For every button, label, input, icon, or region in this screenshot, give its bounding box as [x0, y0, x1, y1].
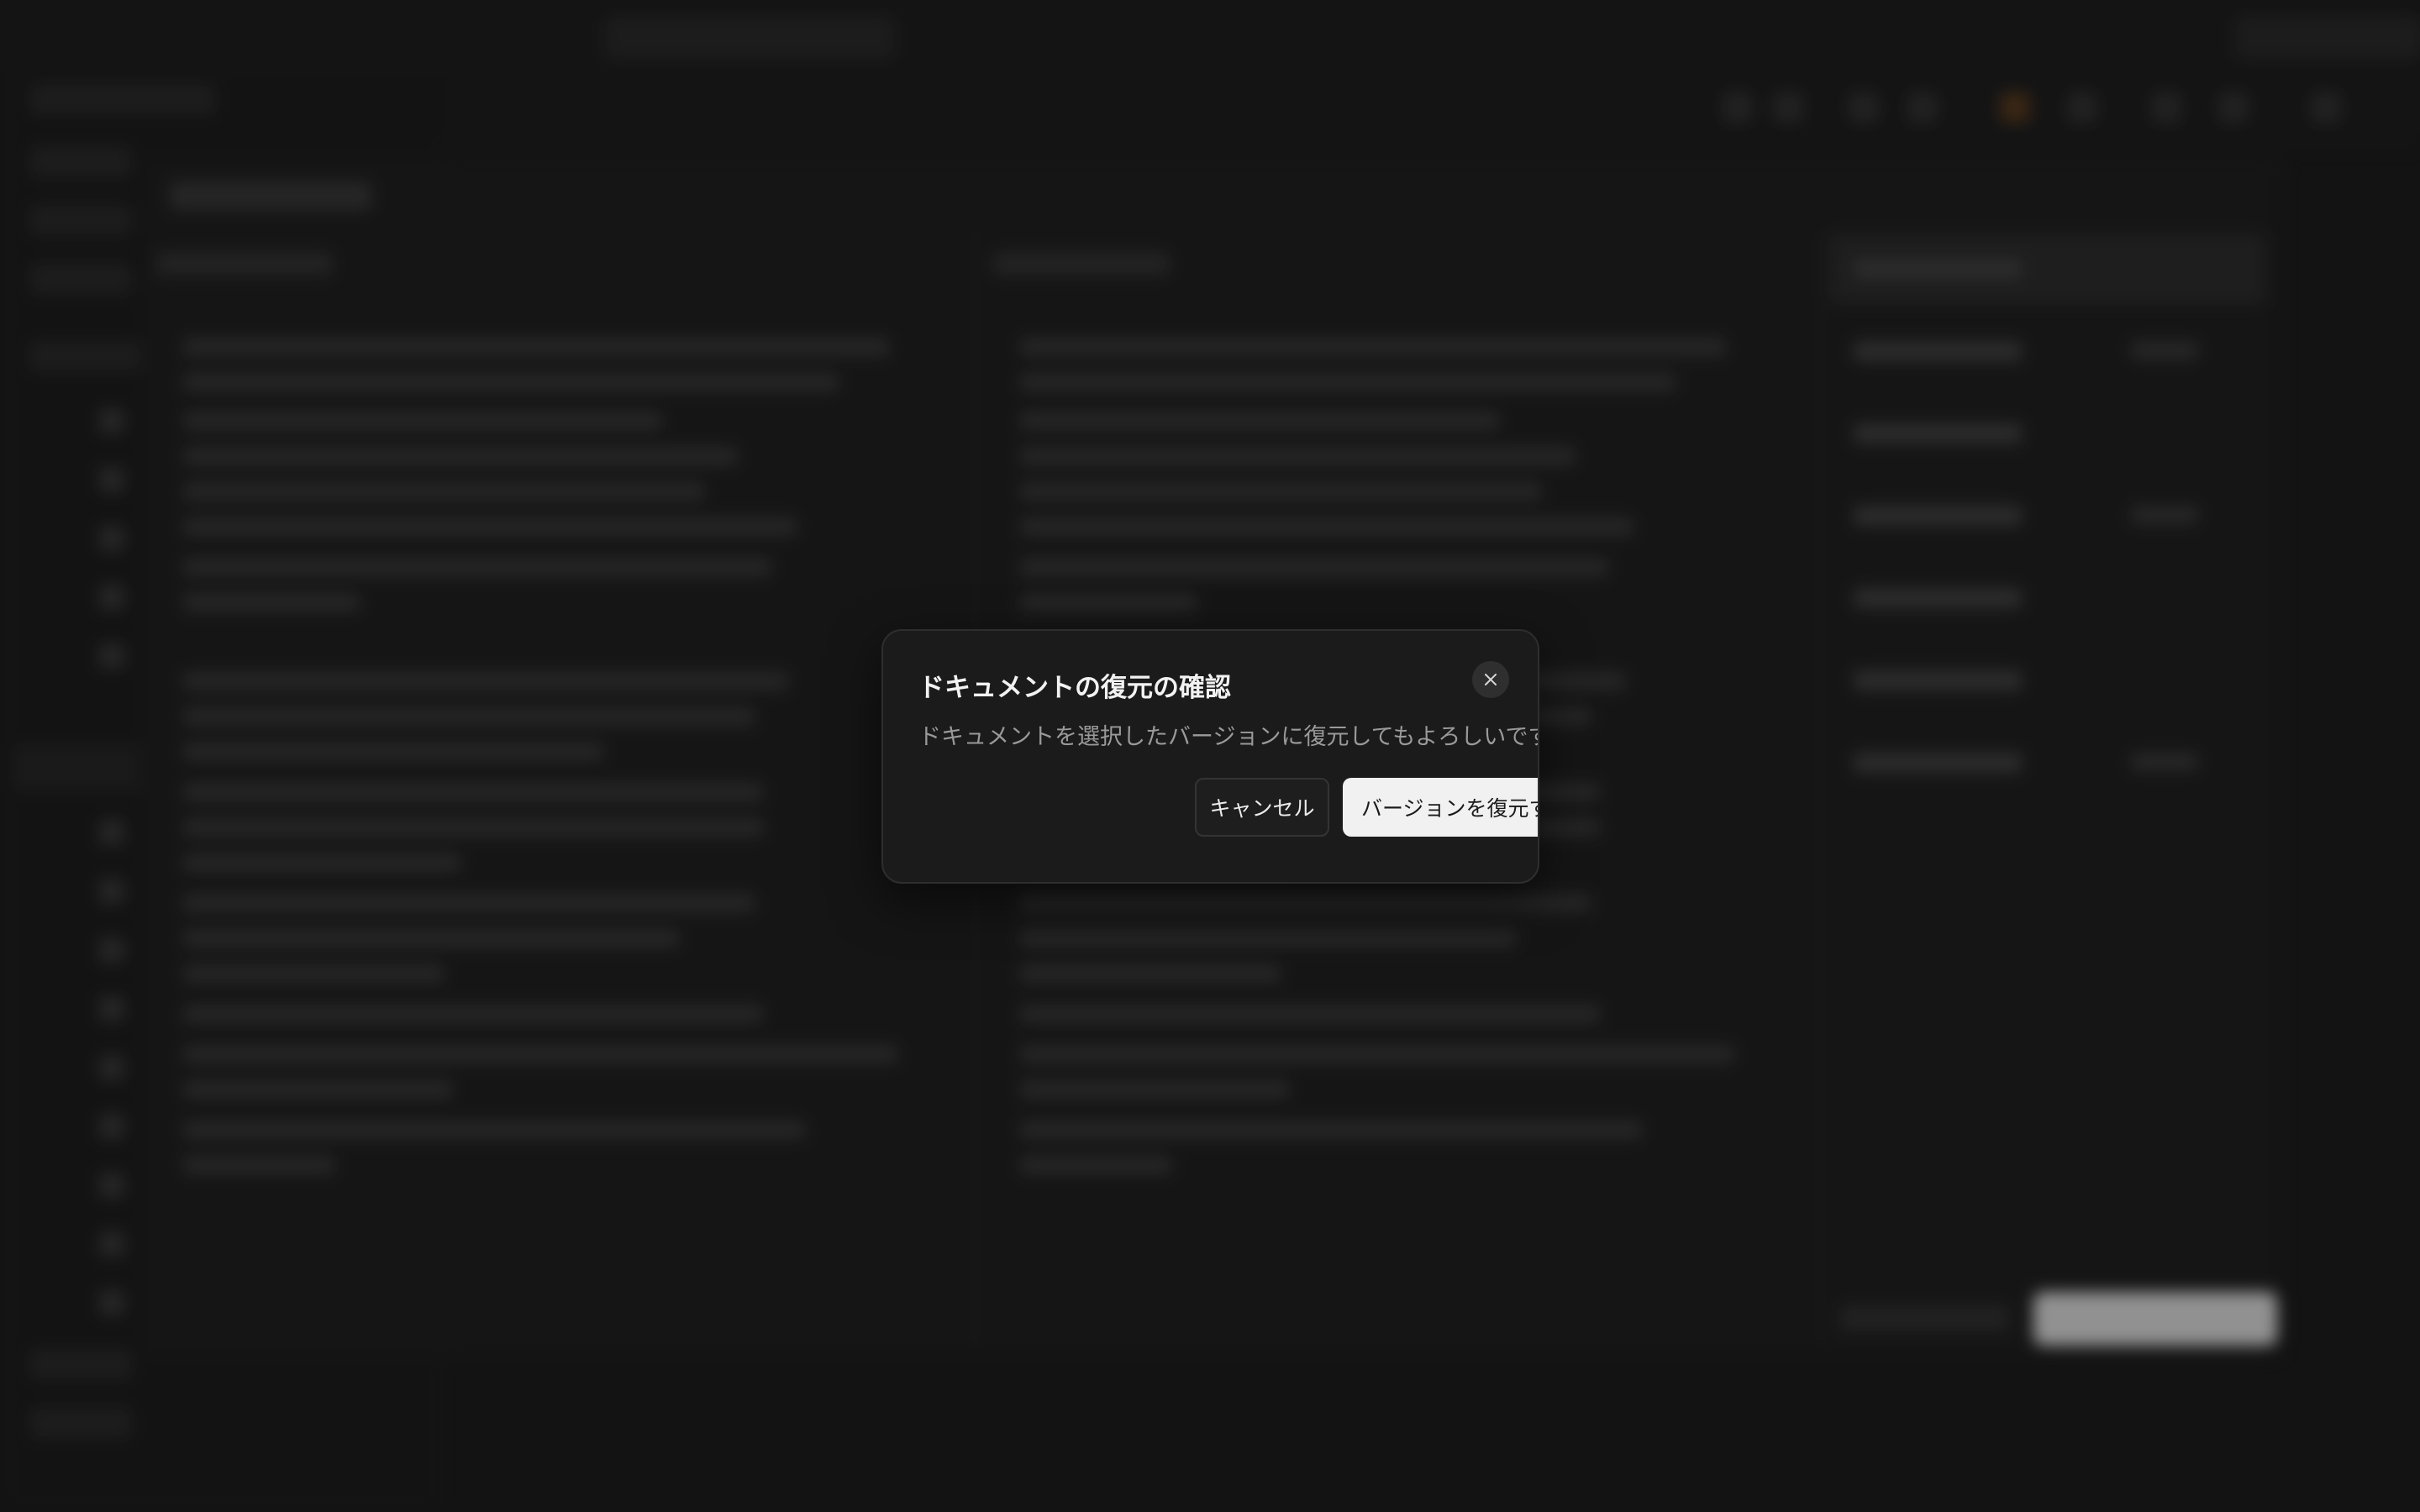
cancel-button[interactable]: キャンセル	[1195, 778, 1329, 837]
dialog-title: ドキュメントの復元の確認	[918, 673, 1231, 703]
restore-confirm-dialog: ドキュメントの復元の確認 ドキュメントを選択したバージョンに復元してもよろしいで…	[881, 629, 1539, 884]
app-window: ドキュメントの復元の確認 ドキュメントを選択したバージョンに復元してもよろしいで…	[0, 0, 2420, 1512]
dialog-description: ドキュメントを選択したバージョンに復元してもよろしいですか？	[918, 724, 1539, 750]
close-button[interactable]	[1472, 661, 1509, 698]
restore-version-button[interactable]: バージョンを復元する	[1343, 778, 1538, 837]
close-icon	[1485, 674, 1497, 685]
